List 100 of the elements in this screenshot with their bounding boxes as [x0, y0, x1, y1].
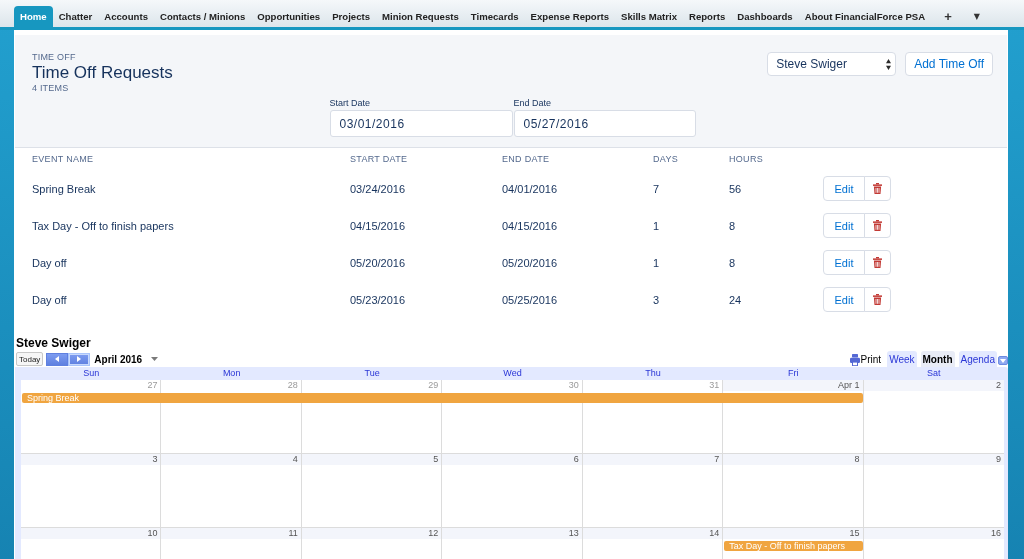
- weekday-label: Fri: [788, 367, 799, 380]
- print-link[interactable]: Print: [849, 352, 882, 367]
- table-cell: 7: [653, 182, 660, 195]
- select-arrows-icon: [886, 58, 892, 70]
- day-number: 12: [428, 528, 439, 539]
- day-number: 13: [568, 528, 579, 539]
- day-cell[interactable]: 14: [582, 528, 724, 559]
- weekday-label: Sun: [83, 367, 100, 380]
- printer-icon: [849, 353, 860, 366]
- day-cell[interactable]: 16: [863, 528, 1004, 559]
- field-label: End Date: [513, 98, 552, 109]
- nav-tab[interactable]: Minion Requests: [376, 6, 465, 27]
- weekday-label: Wed: [503, 367, 522, 380]
- nav-tab[interactable]: About FinancialForce PSA: [798, 6, 932, 27]
- edit-button[interactable]: Edit: [823, 176, 865, 201]
- day-number: 16: [991, 528, 1001, 539]
- table-cell: 8: [729, 256, 736, 269]
- trash-icon: [873, 257, 882, 268]
- day-cell[interactable]: 7: [582, 454, 724, 528]
- month-label: April 2016: [94, 353, 143, 365]
- item-count: 4 ITEMS: [32, 83, 69, 94]
- table-cell: Day off: [32, 256, 67, 269]
- day-number: Apr 1: [838, 380, 860, 391]
- day-cell[interactable]: 10: [21, 528, 162, 559]
- table-cell: 1: [653, 219, 660, 232]
- column-header: HOURS: [729, 154, 763, 164]
- weekday-label: Thu: [645, 367, 661, 380]
- today-button[interactable]: Today: [16, 352, 44, 366]
- table-cell: 05/23/2016: [350, 293, 406, 306]
- day-number: 4: [292, 454, 298, 465]
- day-number: 28: [287, 380, 298, 391]
- table-cell: 8: [729, 219, 736, 232]
- day-number: 9: [996, 454, 1001, 465]
- caret-down-icon[interactable]: [151, 357, 159, 361]
- column-header: END DATE: [502, 154, 550, 164]
- day-cell[interactable]: 4: [161, 454, 302, 528]
- day-cell[interactable]: 9: [863, 454, 1004, 528]
- nav-tab[interactable]: Chatter: [52, 6, 99, 27]
- view-menu-button[interactable]: [998, 356, 1008, 365]
- previous-button[interactable]: [46, 352, 69, 366]
- trash-icon: [873, 220, 882, 231]
- day-cell[interactable]: 11: [161, 528, 302, 559]
- day-cell[interactable]: 3: [21, 454, 162, 528]
- nav-tab[interactable]: Projects: [326, 6, 376, 27]
- delete-button[interactable]: [864, 250, 891, 275]
- day-number: 30: [568, 380, 579, 391]
- calendar-title: Steve Swiger: [16, 336, 91, 350]
- date-field[interactable]: 05/27/2016: [513, 110, 696, 137]
- day-cell[interactable]: 6: [442, 454, 583, 528]
- delete-button[interactable]: [864, 176, 891, 201]
- caret-down-icon: [1000, 358, 1006, 363]
- delete-button[interactable]: [864, 287, 891, 312]
- nav-tab[interactable]: Contacts / Minions: [153, 6, 252, 27]
- day-number: 7: [714, 454, 720, 465]
- nav-tab[interactable]: Accounts: [98, 6, 154, 27]
- weekday-label: Tue: [364, 367, 380, 380]
- nav-tab[interactable]: Reports: [683, 6, 732, 27]
- day-number: 3: [152, 454, 158, 465]
- trash-icon: [873, 294, 882, 305]
- add-time-off-button[interactable]: Add Time Off: [905, 52, 993, 76]
- table-cell: 05/20/2016: [350, 256, 406, 269]
- delete-button[interactable]: [864, 213, 891, 238]
- view-tab[interactable]: Week: [887, 351, 917, 367]
- page-title: Time Off Requests: [32, 63, 173, 83]
- edit-button[interactable]: Edit: [823, 287, 865, 312]
- day-cell[interactable]: 8: [723, 454, 864, 528]
- column-header: START DATE: [350, 154, 408, 164]
- nav-tab[interactable]: Dashboards: [731, 6, 799, 27]
- day-cell[interactable]: 13: [442, 528, 583, 559]
- table-cell: Spring Break: [32, 182, 96, 195]
- column-header: DAYS: [653, 154, 679, 164]
- nav-tab[interactable]: Timecards: [464, 6, 525, 27]
- person-select[interactable]: Steve Swiger: [767, 52, 897, 76]
- table-cell: 04/01/2016: [502, 182, 558, 195]
- table-cell: 3: [653, 293, 660, 306]
- table-cell: 05/25/2016: [502, 293, 558, 306]
- day-number: 10: [147, 528, 158, 539]
- date-field[interactable]: 03/01/2016: [329, 110, 513, 137]
- day-number: 29: [428, 380, 439, 391]
- table-cell: 05/20/2016: [502, 256, 558, 269]
- next-button[interactable]: [68, 352, 91, 366]
- section-label: TIME OFF: [32, 52, 76, 63]
- day-cell[interactable]: 12: [301, 528, 443, 559]
- day-number: 5: [433, 454, 439, 465]
- day-cell[interactable]: 5: [301, 454, 443, 528]
- view-tab[interactable]: Agenda: [958, 351, 997, 367]
- nav-tab[interactable]: Skills Matrix: [615, 6, 683, 27]
- nav-tab[interactable]: Opportunities: [251, 6, 327, 27]
- view-tab[interactable]: Month: [920, 351, 955, 367]
- edit-button[interactable]: Edit: [823, 250, 865, 275]
- table-cell: 04/15/2016: [350, 219, 406, 232]
- day-number: 8: [854, 454, 860, 465]
- table-cell: 24: [729, 293, 742, 306]
- nav-tab[interactable]: Expense Reports: [524, 6, 615, 27]
- dropdown-button[interactable]: ▼: [966, 6, 987, 27]
- table-cell: 56: [729, 182, 742, 195]
- day-cell[interactable]: 2: [863, 380, 1004, 454]
- edit-button[interactable]: Edit: [823, 213, 865, 238]
- day-number: 2: [996, 380, 1001, 391]
- plus-button[interactable]: +: [937, 6, 959, 27]
